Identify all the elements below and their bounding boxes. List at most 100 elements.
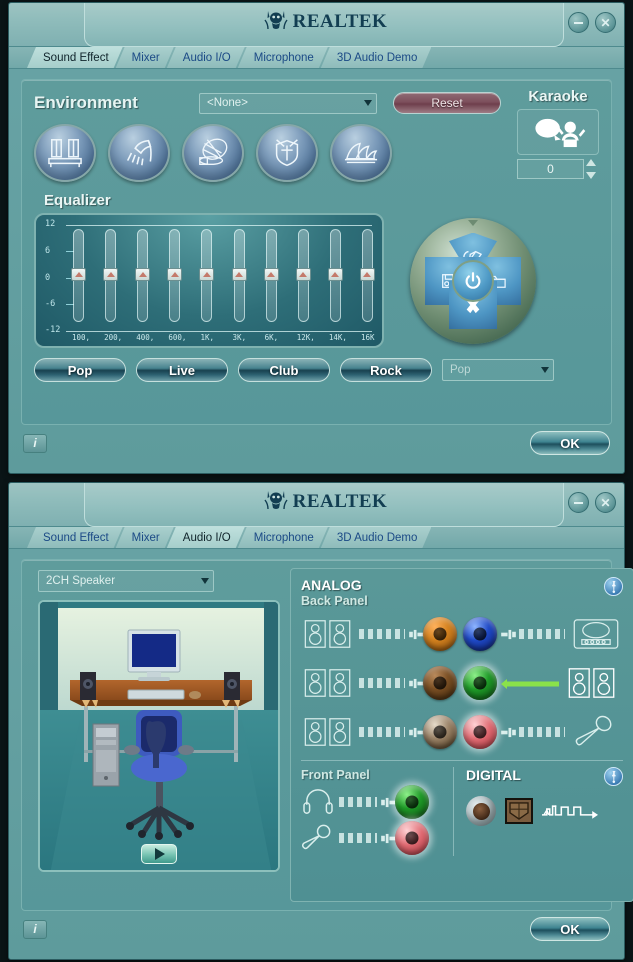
eq-slider-band-8[interactable]: [327, 229, 343, 322]
jack-row-orange: [301, 614, 457, 654]
line-in-icon: [569, 615, 623, 653]
tab-audio-io[interactable]: Audio I/O: [167, 47, 245, 68]
eq-db-label-0: 0: [45, 273, 51, 283]
connection-line: [339, 797, 377, 807]
eq-slider-band-0[interactable]: [71, 229, 86, 322]
app-title: REALTEK: [85, 9, 563, 33]
preset-rock-button[interactable]: Rock: [340, 358, 432, 382]
front-green-jack[interactable]: [395, 785, 429, 819]
headphone-icon: [301, 783, 335, 821]
eq-db-label-neg12: -12: [45, 325, 61, 335]
eq-power-button[interactable]: [452, 259, 494, 302]
close-button-2[interactable]: ✕: [595, 492, 616, 513]
optical-spdif-icon[interactable]: [505, 798, 533, 824]
eq-slider-band-9[interactable]: [359, 229, 375, 322]
environment-select[interactable]: <None>: [199, 92, 377, 114]
reset-button[interactable]: Reset: [393, 92, 501, 114]
eq-slider-band-2[interactable]: [135, 229, 151, 322]
footer-1: i OK: [9, 425, 624, 461]
plug-icon: [409, 727, 424, 738]
eq-freq-7: 12K,: [296, 333, 315, 342]
environment-padded-cell-button[interactable]: [256, 124, 318, 182]
minimize-button[interactable]: [568, 12, 589, 33]
tab-sound-effect[interactable]: Sound Effect: [27, 47, 123, 68]
brand-text: REALTEK: [292, 11, 388, 32]
tab-sound-effect-2[interactable]: Sound Effect: [27, 527, 123, 548]
tab-bar-2: Sound Effect Mixer Audio I/O Microphone …: [9, 527, 624, 549]
karaoke-value[interactable]: 0: [517, 159, 584, 179]
eq-freq-8: 14K,: [328, 333, 347, 342]
environment-stone-room-button[interactable]: [182, 124, 244, 182]
preset-select-value: Pop: [450, 364, 471, 376]
eq-slider-band-4[interactable]: [199, 229, 215, 322]
eq-bottom-gridline: [66, 331, 372, 332]
karaoke-group: Karaoke 0: [517, 88, 599, 179]
plug-icon: [409, 678, 424, 689]
karaoke-singer-icon[interactable]: [517, 109, 599, 155]
tab-microphone-2[interactable]: Microphone: [238, 527, 328, 548]
grey-jack[interactable]: [423, 715, 457, 749]
ok-button[interactable]: OK: [530, 431, 610, 455]
pink-jack[interactable]: [463, 715, 497, 749]
green-jack[interactable]: [463, 666, 497, 700]
dial-inner: [425, 232, 521, 329]
blue-jack[interactable]: [463, 617, 497, 651]
eq-slider-band-7[interactable]: [295, 229, 311, 322]
eq-top-gridline: [66, 225, 372, 226]
preset-club-button[interactable]: Club: [238, 358, 330, 382]
eq-slider-band-1[interactable]: [103, 229, 119, 322]
eq-freq-2: 400,: [136, 333, 155, 342]
preset-live-button[interactable]: Live: [136, 358, 228, 382]
info-button[interactable]: i: [23, 433, 47, 453]
realtek-logo-icon: [261, 489, 291, 511]
digital-settings-button[interactable]: [604, 767, 623, 786]
tab-mixer[interactable]: Mixer: [116, 47, 174, 68]
environment-shower-button[interactable]: [108, 124, 170, 182]
digital-connectors: [466, 796, 623, 826]
room-preview[interactable]: [38, 600, 280, 872]
minimize-button-2[interactable]: [568, 492, 589, 513]
preset-select[interactable]: Pop: [442, 359, 554, 381]
orange-jack[interactable]: [423, 617, 457, 651]
play-icon: [155, 848, 165, 860]
tab-microphone[interactable]: Microphone: [238, 47, 328, 68]
wrench-settings-icon: [608, 770, 620, 783]
close-button[interactable]: ✕: [595, 12, 616, 33]
front-pink-jack[interactable]: [395, 821, 429, 855]
environment-preset-buttons: [34, 124, 599, 182]
analog-settings-button[interactable]: [604, 577, 623, 596]
speaker-pair-icon: [301, 713, 355, 751]
eq-slider-band-3[interactable]: [167, 229, 183, 322]
environment-bathroom-button[interactable]: [34, 124, 96, 182]
speaker-config-select[interactable]: 2CH Speaker: [38, 570, 214, 592]
eq-freq-5: 3K,: [232, 333, 247, 342]
spinner-up-icon[interactable]: [586, 159, 596, 166]
equalizer-area: 12 6 0 -6 -12 100, 200, 400, 600, 1K, 3K…: [34, 213, 599, 348]
preset-pop-button[interactable]: Pop: [34, 358, 126, 382]
plug-icon: [501, 727, 516, 738]
eq-dial-pad: [398, 213, 548, 348]
eq-slider-band-5[interactable]: [231, 229, 247, 322]
brown-jack[interactable]: [423, 666, 457, 700]
eq-db-label-neg6: -6: [45, 299, 56, 309]
eq-db-label-12: 12: [45, 219, 56, 229]
room-play-button[interactable]: [141, 844, 177, 864]
front-digital-row: Front Panel DIGITAL: [301, 767, 623, 856]
ok-button-2[interactable]: OK: [530, 917, 610, 941]
section-divider: [301, 760, 623, 761]
info-button-2[interactable]: i: [23, 919, 47, 939]
padded-cell-icon: [268, 136, 306, 170]
bathroom-icon: [46, 136, 84, 170]
tab-3d-audio-demo[interactable]: 3D Audio Demo: [321, 47, 432, 68]
eq-slider-band-6[interactable]: [263, 229, 279, 322]
audio-io-window: REALTEK ✕ Sound Effect Mixer Audio I/O M…: [8, 482, 633, 960]
title-plate-2: REALTEK: [84, 483, 564, 527]
microphone-icon: [569, 713, 623, 751]
spinner-down-icon[interactable]: [586, 172, 596, 179]
environment-concert-hall-button[interactable]: [330, 124, 392, 182]
sound-effect-body: Environment <None> Reset Karaoke 0 Equal…: [9, 69, 624, 425]
tab-3d-audio-demo-2[interactable]: 3D Audio Demo: [321, 527, 432, 548]
coaxial-spdif-icon[interactable]: [466, 796, 496, 826]
tab-audio-io-2[interactable]: Audio I/O: [167, 527, 245, 548]
tab-mixer-2[interactable]: Mixer: [116, 527, 174, 548]
